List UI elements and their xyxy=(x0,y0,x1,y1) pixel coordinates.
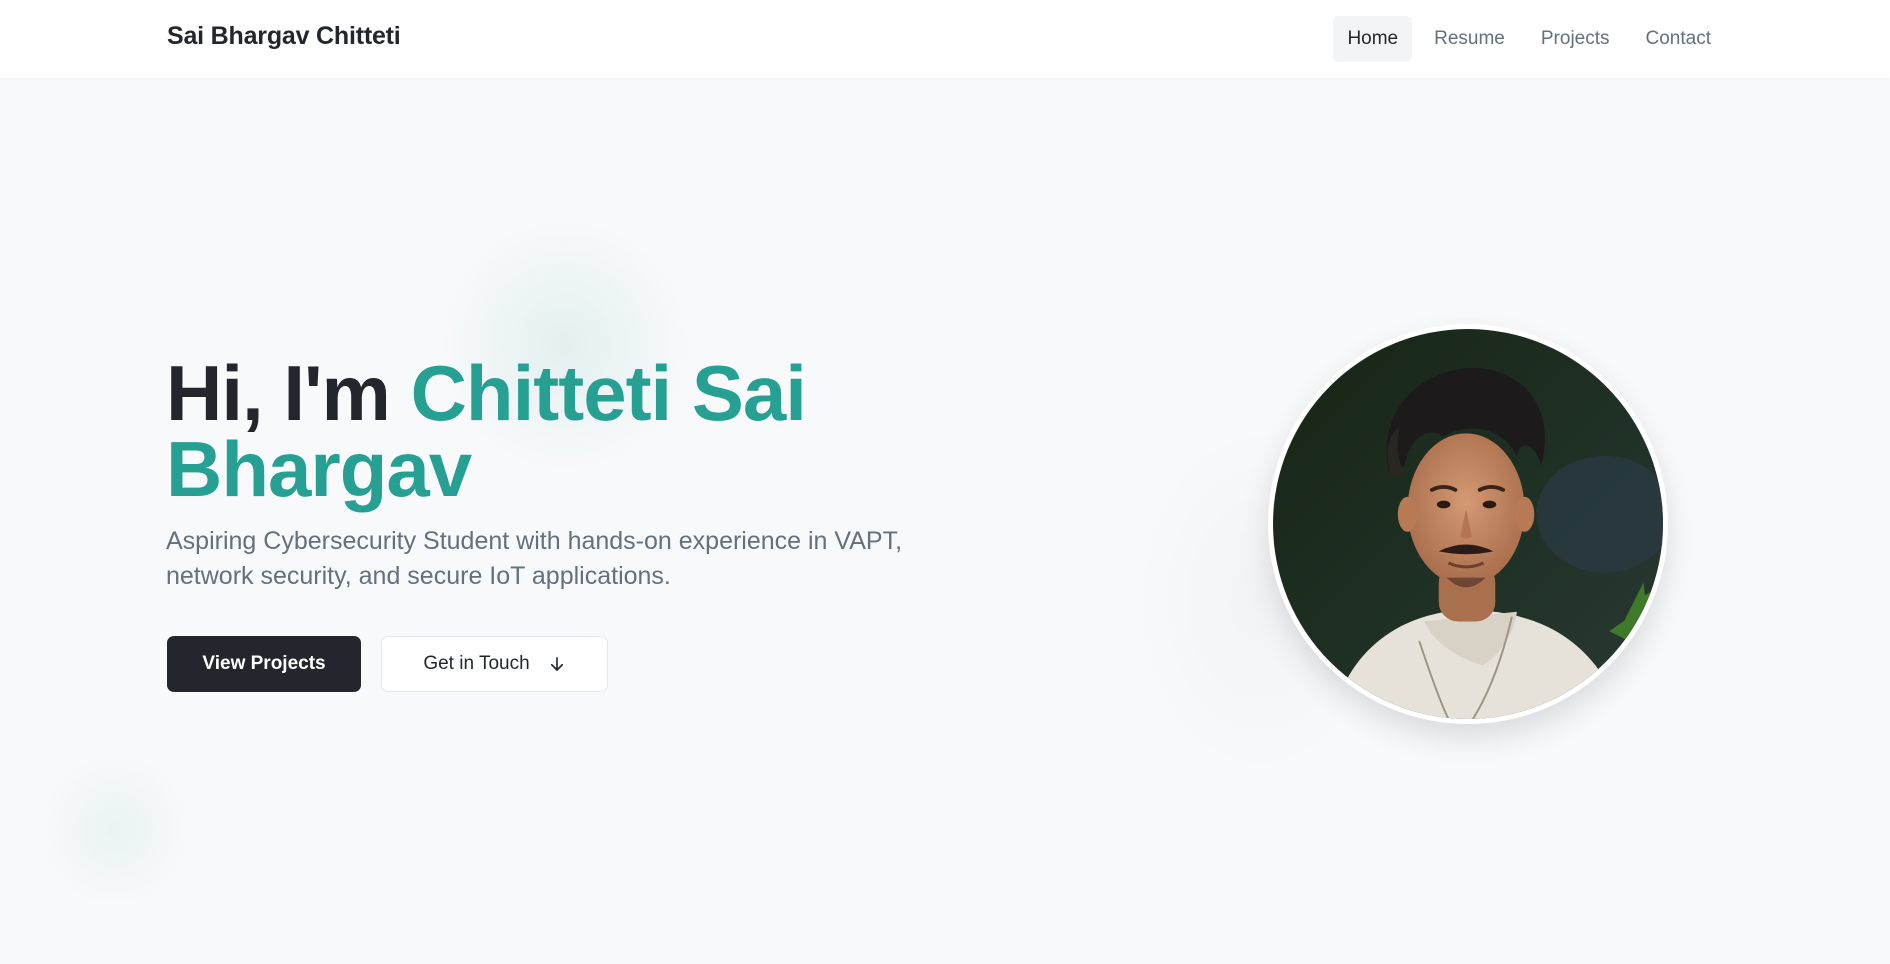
nav-home[interactable]: Home xyxy=(1333,16,1413,62)
hero-subtitle: Aspiring Cybersecurity Student with hand… xyxy=(166,527,903,590)
top-navbar: Sai Bhargav Chitteti Home Resume Project… xyxy=(0,0,1890,78)
get-in-touch-label: Get in Touch xyxy=(423,653,530,674)
decorative-blob xyxy=(40,760,190,900)
nav-contact[interactable]: Contact xyxy=(1632,16,1725,62)
view-projects-button[interactable]: View Projects xyxy=(167,636,361,692)
nav-projects[interactable]: Projects xyxy=(1527,16,1624,62)
main-nav: Home Resume Projects Contact xyxy=(1325,16,1725,62)
arrow-down-icon xyxy=(550,657,563,671)
hero-title: Hi, I'm Chitteti Sai Bhargav xyxy=(166,354,926,508)
view-projects-label: View Projects xyxy=(202,653,326,674)
site-brand[interactable]: Sai Bhargav Chitteti xyxy=(167,22,401,51)
get-in-touch-button[interactable]: Get in Touch xyxy=(381,636,608,692)
avatar-frame xyxy=(1268,324,1668,724)
avatar xyxy=(1273,329,1663,719)
nav-resume[interactable]: Resume xyxy=(1420,16,1519,62)
hero-greeting: Hi, I'm xyxy=(166,349,411,437)
